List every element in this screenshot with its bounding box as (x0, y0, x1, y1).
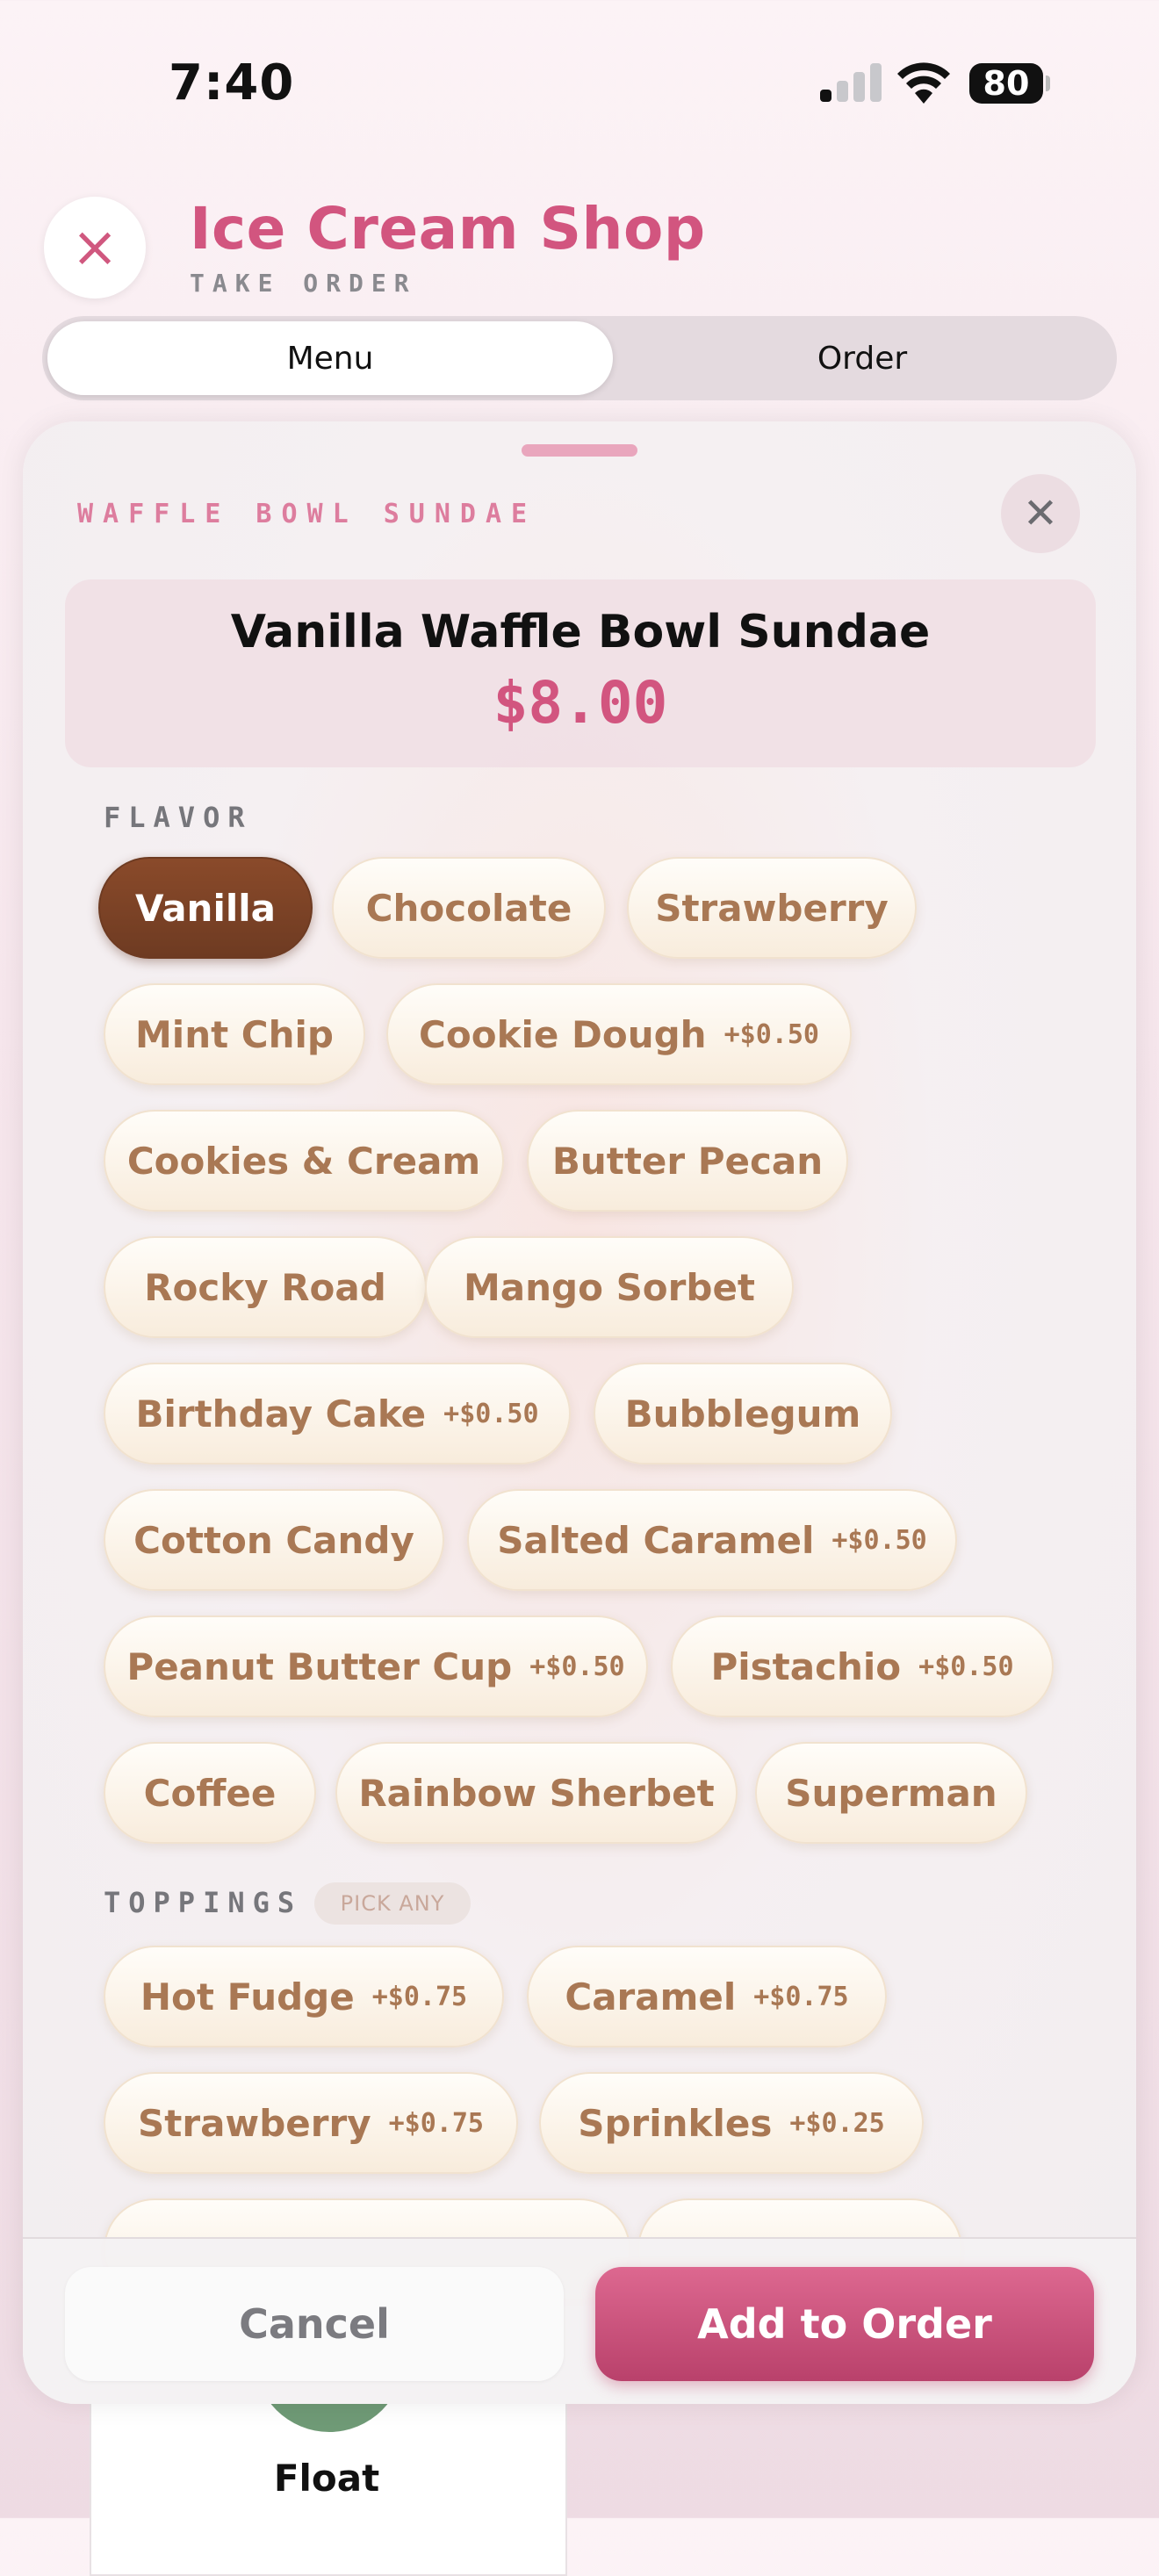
close-icon: × (71, 215, 119, 280)
topping-chip-label: Hot Fudge (140, 1975, 355, 2018)
sheet-footer: Cancel Add to Order (23, 2237, 1136, 2404)
battery-icon: 80 (969, 63, 1050, 104)
background-card-label: Float (273, 2457, 380, 2500)
flavor-chip-upcharge: +$0.50 (831, 1524, 927, 1556)
flavor-chip[interactable]: Pistachio +$0.50 (671, 1615, 1054, 1717)
topping-chip[interactable]: Sprinkles +$0.25 (539, 2072, 924, 2174)
product-summary: Vanilla Waffle Bowl Sundae $8.00 (65, 579, 1096, 767)
flavor-chip[interactable]: Cotton Candy (104, 1489, 444, 1591)
flavor-chip[interactable]: Strawberry (627, 857, 917, 959)
flavor-chip[interactable]: Rainbow Sherbet (335, 1742, 738, 1844)
flavor-chip-label: Peanut Butter Cup (126, 1644, 513, 1688)
product-price: $8.00 (493, 669, 668, 737)
flavor-chip-label: Bubblegum (624, 1392, 861, 1436)
topping-chip-label: Strawberry (138, 2101, 371, 2145)
close-button[interactable]: × (44, 197, 146, 299)
product-name: Vanilla Waffle Bowl Sundae (230, 606, 931, 658)
flavor-chip[interactable]: Peanut Butter Cup +$0.50 (104, 1615, 648, 1717)
flavor-chip-label: Cotton Candy (133, 1518, 414, 1562)
flavor-chip-upcharge: +$0.50 (443, 1398, 539, 1429)
app-subtitle: TAKE ORDER (190, 269, 417, 298)
flavor-chip[interactable]: Mango Sorbet (425, 1236, 794, 1338)
flavor-chip-label: Mango Sorbet (463, 1265, 756, 1309)
sheet-close-button[interactable]: ✕ (1001, 474, 1080, 553)
flavor-chip[interactable]: Chocolate (332, 857, 606, 959)
flavor-chip[interactable]: Birthday Cake +$0.50 (104, 1363, 571, 1464)
pick-any-badge: PICK ANY (314, 1882, 471, 1925)
tab-switcher: Menu Order (42, 316, 1117, 400)
close-icon: ✕ (1022, 489, 1059, 538)
flavor-chip[interactable]: Mint Chip (104, 983, 365, 1085)
flavor-chip[interactable]: Butter Pecan (527, 1110, 848, 1212)
flavor-chip[interactable]: Coffee (104, 1742, 316, 1844)
flavor-chip[interactable]: Rocky Road (104, 1236, 427, 1338)
cancel-button[interactable]: Cancel (65, 2267, 564, 2381)
flavor-chip-label: Superman (785, 1771, 997, 1815)
tab-menu[interactable]: Menu (47, 321, 613, 395)
flavor-chip-upcharge: +$0.50 (529, 1651, 625, 1682)
status-bar: 7:40 80 (0, 0, 1159, 167)
flavor-chip-label: Birthday Cake (135, 1392, 427, 1436)
status-time: 7:40 (169, 54, 295, 112)
wifi-icon (897, 62, 950, 104)
cellular-signal-icon (820, 63, 883, 102)
flavor-chip-label: Mint Chip (135, 1012, 334, 1056)
flavor-chip-label: Rocky Road (144, 1265, 386, 1309)
tab-order[interactable]: Order (613, 321, 1112, 395)
flavor-chip[interactable]: Cookie Dough +$0.50 (386, 983, 852, 1085)
flavor-chip-label: Strawberry (655, 886, 889, 930)
topping-chip[interactable]: Hot Fudge +$0.75 (104, 1946, 504, 2047)
flavor-chip-upcharge: +$0.50 (723, 1018, 819, 1050)
flavor-chip-label: Butter Pecan (551, 1139, 824, 1183)
flavor-chip[interactable]: Cookies & Cream (104, 1110, 504, 1212)
flavor-chip-label: Cookie Dough (419, 1012, 707, 1056)
sheet-title: WAFFLE BOWL SUNDAE (77, 499, 537, 529)
topping-chip-upcharge: +$0.75 (371, 1981, 468, 2012)
topping-chip-upcharge: +$0.75 (753, 1981, 849, 2012)
flavor-chip-label: Cookies & Cream (126, 1139, 481, 1183)
topping-chip-upcharge: +$0.75 (388, 2107, 484, 2139)
flavor-chip[interactable]: Salted Caramel +$0.50 (467, 1489, 957, 1591)
topping-chip-label: Caramel (565, 1975, 737, 2018)
flavor-chip-label: Rainbow Sherbet (358, 1771, 715, 1815)
flavor-chip-upcharge: +$0.50 (918, 1651, 1014, 1682)
flavor-chip[interactable]: Vanilla (98, 857, 313, 959)
flavor-chip[interactable]: Superman (755, 1742, 1027, 1844)
flavor-chip-label: Vanilla (135, 886, 276, 930)
flavor-chip-label: Pistachio (710, 1644, 902, 1688)
add-to-order-button[interactable]: Add to Order (595, 2267, 1094, 2381)
flavor-chip-label: Coffee (143, 1771, 277, 1815)
toppings-section-label: TOPPINGS (104, 1886, 303, 1919)
flavor-chip-label: Chocolate (365, 886, 572, 930)
customize-sheet: WAFFLE BOWL SUNDAE ✕ Vanilla Waffle Bowl… (23, 421, 1136, 2404)
flavor-section-label: FLAVOR (104, 801, 253, 834)
flavor-chip-label: Salted Caramel (497, 1518, 815, 1562)
flavor-chip[interactable]: Bubblegum (594, 1363, 892, 1464)
sheet-grabber[interactable] (522, 444, 637, 457)
topping-chip[interactable]: Caramel +$0.75 (527, 1946, 887, 2047)
topping-chip-label: Sprinkles (578, 2101, 773, 2145)
topping-chip-upcharge: +$0.25 (789, 2107, 885, 2139)
topping-chip[interactable]: Strawberry +$0.75 (104, 2072, 518, 2174)
app-title: Ice Cream Shop (190, 195, 706, 263)
